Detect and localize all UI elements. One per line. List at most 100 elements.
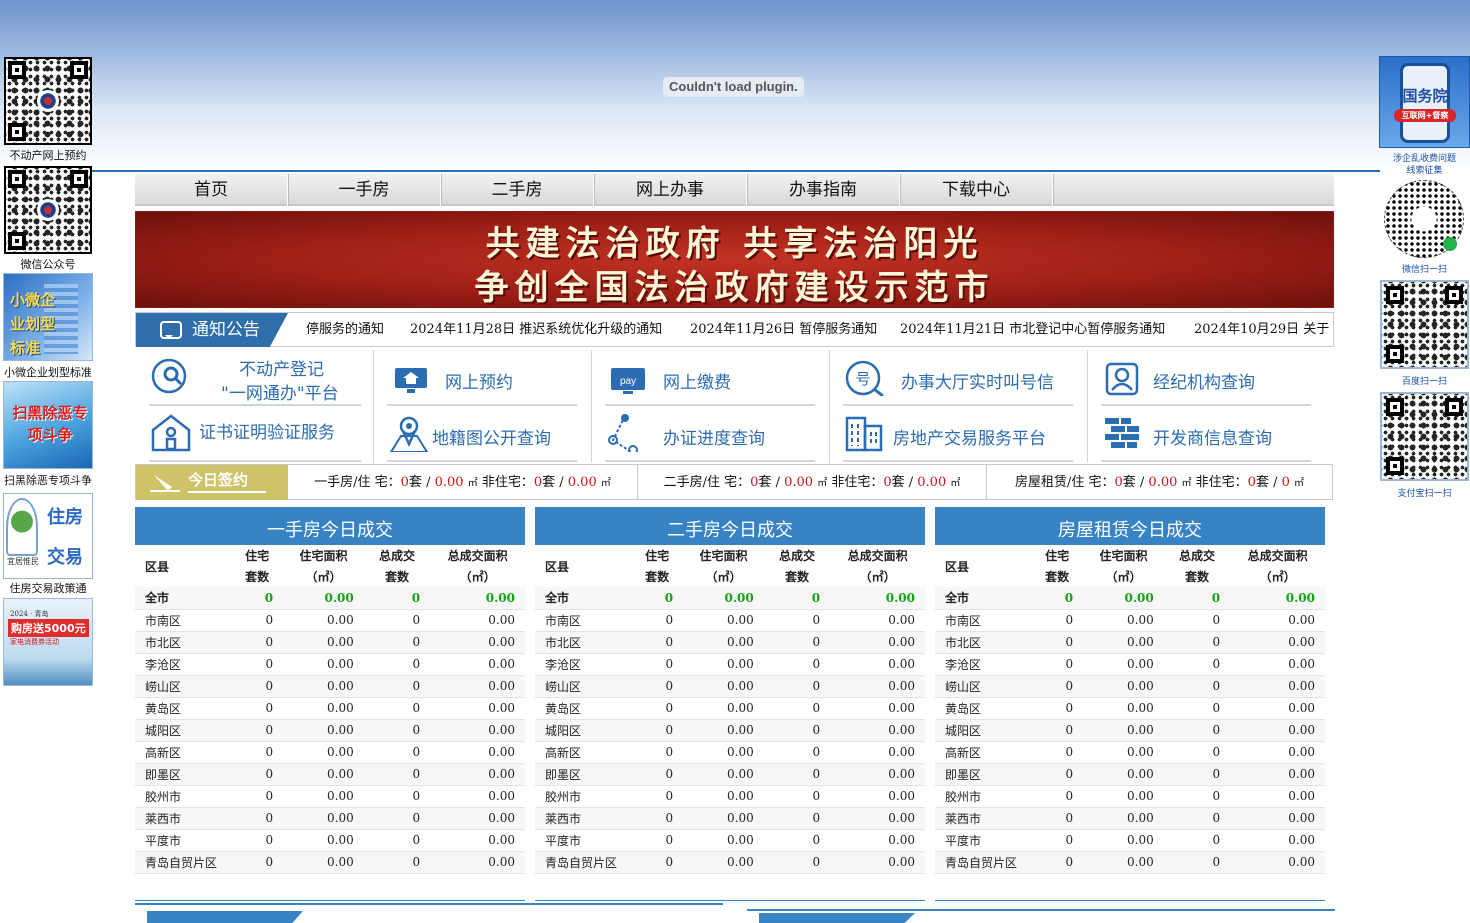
cell-total-count: 0 (1163, 697, 1231, 720)
qr-code-booking[interactable] (4, 57, 92, 145)
qr-code-wechat-mini[interactable] (1384, 180, 1464, 258)
cell-res-area: 0.00 (1083, 807, 1164, 830)
notice-item[interactable]: 停服务的通知 (306, 313, 384, 347)
cell-res-area: 0.00 (283, 631, 364, 654)
banner-small-enterprise-text: 小微企业划型标准 (10, 291, 56, 357)
col-total-count: 总成交 (1178, 549, 1215, 563)
cell-res-count: 0 (231, 697, 284, 720)
cell-res-area: 0.00 (283, 807, 364, 830)
district-name: 平度市 (135, 829, 231, 852)
banner-housing-policy[interactable]: 宜居惟民 住房交易政策通 (3, 493, 93, 579)
cell-total-count: 0 (1163, 851, 1231, 874)
banner-small-enterprise[interactable]: 小微企业划型标准 (3, 273, 93, 361)
cell-res-count: 0 (1031, 675, 1084, 698)
cell-res-area: 0.00 (283, 851, 364, 874)
service-online-payment[interactable]: pay 网上缴费 (605, 350, 815, 406)
nav-download-center[interactable]: 下载中心 (900, 174, 1053, 206)
header-unit: （㎡） (705, 570, 742, 584)
qr-code-alipay[interactable] (1380, 392, 1469, 481)
district-name: 平度市 (935, 829, 1031, 852)
cell-total-area: 0.00 (830, 851, 925, 874)
col-total-count: 总成交 (778, 549, 815, 563)
cell-total-count: 0 (763, 697, 831, 720)
notice-item[interactable]: 2024年11月26日 暂停服务通知 (690, 313, 877, 347)
cell-res-area: 0.00 (1083, 587, 1164, 610)
banner-caption-housing-policy: 住房交易政策通 (9, 582, 87, 595)
nav-resale-homes[interactable]: 二手房 (441, 174, 594, 206)
cell-res-area: 0.00 (283, 653, 364, 676)
cell-res-count: 0 (231, 763, 284, 786)
header-unit: （㎡） (859, 570, 896, 584)
service-developer-query[interactable]: 开发商信息查询 (1101, 406, 1311, 462)
cell-res-area: 0.00 (283, 829, 364, 852)
nav-home[interactable]: 首页 (135, 174, 288, 206)
header-divider (92, 170, 1380, 172)
notice-item[interactable]: 2024年10月29日 关于 (1194, 313, 1329, 347)
banner-caption-anti-gang: 扫黑除恶专项斗争 (4, 474, 92, 487)
service-progress-query[interactable]: 办证进度查询 (605, 406, 815, 462)
service-agency-query[interactable]: 经纪机构查询 (1101, 350, 1311, 406)
cell-total-count: 0 (1163, 763, 1231, 786)
gov-supervision-banner[interactable]: 国务院 互联网+督察 (1379, 56, 1470, 148)
pen-sign-icon (150, 475, 180, 492)
cell-total-count: 0 (363, 609, 431, 632)
cell-total-count: 0 (763, 763, 831, 786)
table-footer (535, 874, 925, 901)
service-label: 办证进度查询 (663, 429, 765, 449)
district-name: 城阳区 (935, 719, 1031, 742)
qr-code-wechat[interactable] (4, 166, 92, 254)
service-trading-platform[interactable]: 房地产交易服务平台 (843, 406, 1073, 462)
service-cadastral-map[interactable]: 地籍图公开查询 (387, 406, 577, 462)
table-rental: 房屋租赁今日成交 区县 住宅 住宅面积 总成交 总成交面积 套数 （㎡） 套数 （㎡） 全市 0 0.0… (935, 507, 1325, 901)
table-row: 莱西市 0 0.00 0 0.00 (535, 807, 925, 830)
cell-res-count: 0 (231, 851, 284, 874)
service-label: 办事大厅实时叫号信 (901, 373, 1054, 393)
col-res-count: 住宅 (245, 549, 270, 563)
district-name: 青岛自贸片区 (535, 851, 631, 874)
col-total-area: 总成交面积 (1247, 549, 1308, 563)
bottom-section-left (135, 903, 723, 923)
service-certificate-verify[interactable]: 证书证明验证服务 (149, 406, 361, 462)
table-row: 平度市 0 0.00 0 0.00 (535, 829, 925, 852)
cell-res-count: 0 (631, 631, 684, 654)
qr-code-baidu[interactable] (1380, 280, 1469, 369)
table-row: 高新区 0 0.00 0 0.00 (935, 741, 1325, 764)
hero-banner: 共建法治政府 共享法治阳光 争创全国法治政府建设示范市 (135, 211, 1334, 308)
district-name: 高新区 (535, 741, 631, 764)
banner-home-purchase-subsidy[interactable]: 2024 · 青岛 购房送5000元 家电消费券活动 (3, 598, 93, 686)
today-signing-bar: 今日签约 一手房/住 宅：0套 / 0.00 ㎡ 非住宅：0套 / 0.00 ㎡… (135, 464, 1333, 500)
district-name: 黄岛区 (935, 697, 1031, 720)
district-name: 高新区 (135, 741, 231, 764)
cell-res-count: 0 (631, 763, 684, 786)
nav-service-guide[interactable]: 办事指南 (747, 174, 900, 206)
district-name: 全市 (935, 587, 1031, 610)
nav-new-homes[interactable]: 一手房 (288, 174, 441, 206)
district-name: 市北区 (935, 631, 1031, 654)
table-row: 即墨区 0 0.00 0 0.00 (135, 763, 525, 786)
notice-item[interactable]: 2024年11月28日 推迟系统优化升级的通知 (410, 313, 662, 347)
cell-total-area: 0.00 (830, 785, 925, 808)
cell-total-area: 0.00 (830, 697, 925, 720)
district-name: 市北区 (135, 631, 231, 654)
notice-item[interactable]: 2024年11月21日 市北登记中心暂停服务通知 (900, 313, 1165, 347)
today-stat-new: 一手房/住 宅：0套 / 0.00 ㎡ 非住宅：0套 / 0.00 ㎡ (314, 475, 611, 490)
cell-total-count: 0 (763, 675, 831, 698)
cell-res-count: 0 (1031, 609, 1084, 632)
service-online-booking[interactable]: 网上预约 (387, 350, 577, 406)
services-divider (829, 350, 830, 462)
service-property-registration[interactable]: 不动产登记 "一网通办"平台 (149, 350, 361, 406)
cell-total-area: 0.00 (1230, 763, 1325, 786)
cell-total-count: 0 (1163, 675, 1231, 698)
district-name: 崂山区 (535, 675, 631, 698)
cell-res-count: 0 (1031, 719, 1084, 742)
qr-caption-booking: 不动产网上预约 (9, 149, 87, 162)
cell-res-area: 0.00 (683, 785, 764, 808)
nav-online-services[interactable]: 网上办事 (594, 174, 747, 206)
banner-anti-gang[interactable]: 扫黑除恶专项斗争 (3, 381, 93, 469)
service-label: 网上预约 (445, 373, 513, 393)
cell-res-area: 0.00 (683, 653, 764, 676)
service-queue-number[interactable]: 号 办事大厅实时叫号信 (843, 350, 1073, 406)
cell-total-area: 0.00 (430, 631, 525, 654)
district-name: 青岛自贸片区 (135, 851, 231, 874)
cell-res-area: 0.00 (283, 587, 364, 610)
